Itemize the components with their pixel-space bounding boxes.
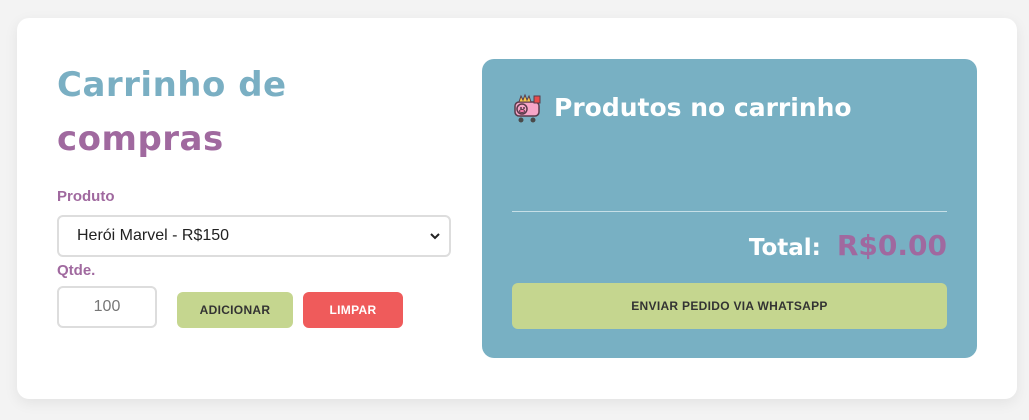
cart-header: Produtos no carrinho xyxy=(510,89,852,125)
title-line-1: Carrinho de xyxy=(57,65,287,105)
cart-title: Produtos no carrinho xyxy=(554,92,852,122)
product-label: Produto xyxy=(57,188,115,205)
total-row: Total: R$0.00 xyxy=(749,229,947,262)
order-form: Carrinho de compras Produto Herói Marvel… xyxy=(57,58,453,328)
divider xyxy=(512,211,947,212)
pig-cart-icon xyxy=(514,93,541,123)
send-whatsapp-button[interactable]: ENVIAR PEDIDO VIA WHATSAPP xyxy=(512,283,947,329)
title-line-2: compras xyxy=(57,119,224,159)
chevron-down-icon xyxy=(430,233,440,240)
qty-input[interactable]: 100 xyxy=(57,286,157,328)
cart-card: Carrinho de compras Produto Herói Marvel… xyxy=(17,18,1017,399)
qty-placeholder: 100 xyxy=(93,298,121,315)
page-title: Carrinho de compras xyxy=(57,58,453,166)
product-select[interactable]: Herói Marvel - R$150 xyxy=(57,215,451,257)
add-button[interactable]: ADICIONAR xyxy=(177,292,293,328)
clear-button[interactable]: LIMPAR xyxy=(303,292,403,328)
qty-label: Qtde. xyxy=(57,262,96,279)
product-select-value: Herói Marvel - R$150 xyxy=(77,227,230,244)
total-value: R$0.00 xyxy=(836,229,947,262)
total-label: Total: xyxy=(748,235,821,261)
cart-panel: Produtos no carrinho Total: R$0.00 ENVIA… xyxy=(482,59,977,358)
